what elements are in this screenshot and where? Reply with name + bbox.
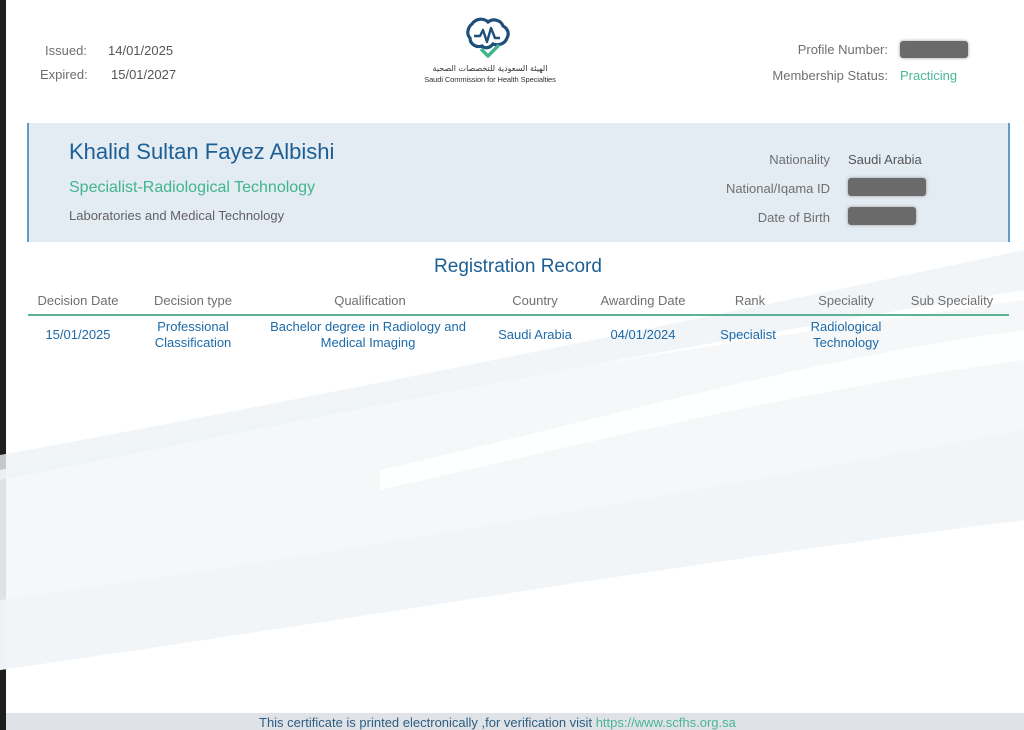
table-header: Decision Date Decision type Qualificatio… xyxy=(28,290,1009,316)
decision-type-cell: Professional Classification xyxy=(143,319,243,351)
person-name: Khalid Sultan Fayez Albishi xyxy=(69,139,335,164)
column-header: Awarding Date xyxy=(600,293,686,308)
rank-cell: Specialist xyxy=(720,327,776,342)
profile-number-label: Profile Number: xyxy=(797,41,888,57)
verification-link[interactable]: https://www.scfhs.org.sa xyxy=(596,715,736,730)
identity-info: Nationality Saudi Arabia National/Iqama … xyxy=(726,145,930,232)
nationality-row: Nationality Saudi Arabia xyxy=(726,145,930,174)
column-header: Speciality xyxy=(818,293,874,308)
nationality-value: Saudi Arabia xyxy=(848,152,922,167)
speciality-line: Radiological xyxy=(810,319,882,334)
column-header: Rank xyxy=(734,293,766,308)
column-header: Sub Speciality xyxy=(910,293,994,308)
footer-bar: This certificate is printed electronical… xyxy=(6,713,1024,730)
dob-row: Date of Birth xyxy=(726,203,930,232)
qualification-cell: Bachelor degree in Radiology and Medical… xyxy=(253,319,483,351)
dob-label: Date of Birth xyxy=(757,210,830,225)
column-header: Qualification xyxy=(334,293,406,308)
national-id-label: National/Iqama ID xyxy=(725,181,830,196)
national-id-row: National/Iqama ID xyxy=(726,174,930,203)
profile-number-redacted xyxy=(900,40,968,58)
background-swoosh xyxy=(0,250,1024,670)
scfhs-logo: الهيئة السعودية للتخصصات الصحية Saudi Co… xyxy=(405,16,575,88)
awarding-date-cell: 04/01/2024 xyxy=(610,327,676,342)
decision-type-line: Classification xyxy=(154,335,232,350)
issued-label: Issued: xyxy=(45,42,87,58)
verification-note: This certificate is printed electronical… xyxy=(259,715,593,730)
qualification-line: Medical Imaging xyxy=(320,335,416,350)
issued-date: 14/01/2025 xyxy=(108,42,174,58)
expired-label: Expired: xyxy=(40,66,88,82)
membership-status-label: Membership Status: xyxy=(772,67,888,83)
profile-info: Profile Number: Membership Status: Pract… xyxy=(772,36,968,88)
footer-text: This certificate is printed electronical… xyxy=(259,715,736,730)
column-header: Decision Date xyxy=(37,293,119,308)
country-cell: Saudi Arabia xyxy=(498,327,572,342)
registration-table: Decision Date Decision type Qualificatio… xyxy=(28,290,1009,356)
speciality-line: Technology xyxy=(813,335,879,350)
qualification-line: Bachelor degree in Radiology and xyxy=(270,319,466,334)
column-header: Country xyxy=(512,293,558,308)
person-department: Laboratories and Medical Technology xyxy=(69,208,285,223)
registration-record-title: Registration Record xyxy=(434,256,602,277)
speciality-cell: Radiological Technology xyxy=(796,319,896,351)
person-panel: Khalid Sultan Fayez Albishi Specialist-R… xyxy=(27,123,1010,242)
logo-english-text: Saudi Commission for Health Specialties xyxy=(424,75,556,84)
certificate-page: Issued: 14/01/2025 Expired: 15/01/2027 ا… xyxy=(0,0,1024,730)
national-id-redacted xyxy=(848,178,926,196)
column-header: Decision type xyxy=(153,293,233,308)
dob-redacted xyxy=(848,207,916,225)
decision-type-line: Professional xyxy=(157,319,229,334)
profile-number-row: Profile Number: xyxy=(772,36,968,62)
issue-dates: Issued: 14/01/2025 Expired: 15/01/2027 xyxy=(40,38,176,86)
decision-date-cell: 15/01/2025 xyxy=(45,327,111,342)
table-row: 15/01/2025 Professional Classification B… xyxy=(28,316,1009,356)
heartbeat-logo-icon xyxy=(466,17,510,58)
membership-status-row: Membership Status: Practicing xyxy=(772,62,968,88)
issued-row: Issued: 14/01/2025 xyxy=(40,38,176,62)
person-title: Specialist-Radiological Technology xyxy=(69,179,316,196)
nationality-label: Nationality xyxy=(769,152,830,167)
expired-row: Expired: 15/01/2027 xyxy=(40,62,176,86)
membership-status-value: Practicing xyxy=(900,67,958,83)
logo-arabic-text: الهيئة السعودية للتخصصات الصحية xyxy=(432,64,548,73)
expired-date: 15/01/2027 xyxy=(111,66,177,82)
